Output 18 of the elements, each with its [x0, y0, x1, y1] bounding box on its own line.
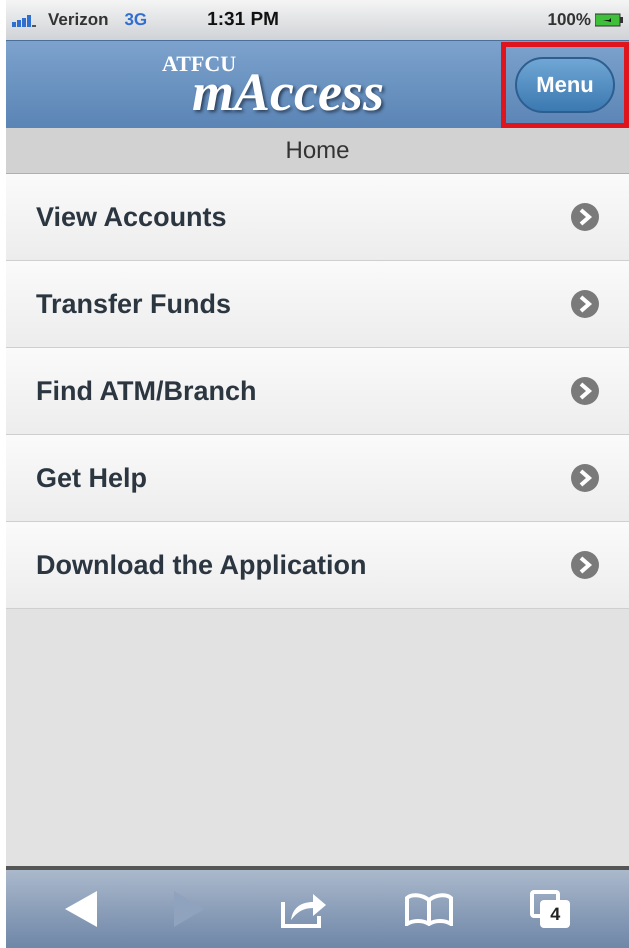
chevron-icon: [571, 290, 599, 318]
clock-time: 1:31 PM: [207, 8, 279, 32]
menu-item[interactable]: View Accounts: [6, 174, 629, 261]
back-arrow-icon[interactable]: [64, 891, 97, 927]
battery-percent: 100%: [548, 9, 591, 32]
chevron-icon: [571, 377, 599, 405]
page-title: Home: [6, 128, 629, 174]
menu-item[interactable]: Find ATM/Branch: [6, 348, 629, 435]
carrier-name: Verizon: [48, 9, 108, 32]
menu-item[interactable]: Transfer Funds: [6, 261, 629, 348]
chevron-icon: [571, 203, 599, 231]
chevron-icon: [571, 464, 599, 492]
network-type: 3G: [124, 9, 148, 32]
menu-item[interactable]: Download the Application: [6, 522, 629, 609]
battery-icon: [595, 13, 623, 27]
chevron-icon: [571, 551, 599, 579]
menu-item[interactable]: Get Help: [6, 435, 629, 522]
bookmarks-icon[interactable]: [404, 892, 453, 926]
